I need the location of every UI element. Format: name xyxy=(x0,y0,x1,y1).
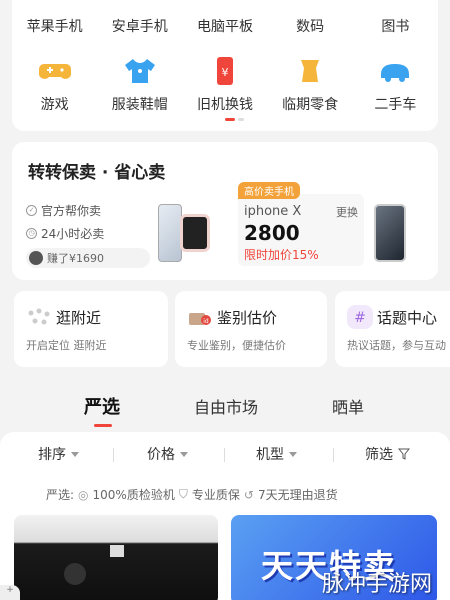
category-games[interactable]: 游戏 xyxy=(12,56,97,114)
return-icon: ↺ xyxy=(243,487,254,502)
feature-subtitle: 热议话题，参与互动 xyxy=(347,339,446,352)
category-clothing[interactable]: 服装鞋帽 xyxy=(97,56,182,114)
protect-sell-card[interactable]: 转转保卖 · 省心卖 ✓ 官方帮你卖 ◷ 24小时必卖 赚了¥1690 高价卖手机 … xyxy=(12,142,438,280)
sell-title: 转转保卖 · 省心卖 xyxy=(28,163,166,183)
earned-badge: 赚了¥1690 xyxy=(26,248,150,268)
filter-screen[interactable]: 筛选 xyxy=(365,444,410,464)
filter-model[interactable]: 机型 xyxy=(256,444,297,464)
sell-feature: ◷ 24小时必卖 xyxy=(26,225,104,242)
category-label: 临期零食 xyxy=(282,97,339,113)
gamepad-icon xyxy=(38,64,71,79)
category-trade-in[interactable]: ¥ 旧机换钱 xyxy=(182,56,267,114)
sell-feature: ✓ 官方帮你卖 xyxy=(26,202,101,219)
chevron-down-icon xyxy=(71,451,79,457)
qc-label xyxy=(110,545,124,557)
category-digital[interactable]: 数码 xyxy=(268,16,353,36)
category-label: 游戏 xyxy=(40,97,69,113)
strict-guarantees: 严选: ◎ 100%质检验机 ⛉ 专业质保 ↺ 7天无理由退货 xyxy=(46,487,338,502)
iphone-image xyxy=(158,204,182,262)
funnel-icon xyxy=(398,448,410,460)
appraisal-icon: id xyxy=(189,313,211,325)
clock-icon: ◷ xyxy=(26,228,37,239)
check-icon: ✓ xyxy=(26,205,37,216)
map-dots-icon xyxy=(28,308,50,325)
feature-subtitle: 专业鉴别，便捷估价 xyxy=(187,339,286,352)
product-card-phone[interactable] xyxy=(14,515,218,600)
svg-text:#: # xyxy=(354,310,366,326)
avatar xyxy=(29,251,43,265)
shield-icon: ⛉ xyxy=(178,487,188,501)
tab-strict-select[interactable]: 严选 xyxy=(84,393,120,419)
filter-price[interactable]: 价格 xyxy=(147,444,188,464)
camera-lens xyxy=(64,563,86,585)
swap-button[interactable]: 更换 xyxy=(336,204,358,220)
category-snacks[interactable]: 临期零食 xyxy=(268,56,353,114)
feature-subtitle: 开启定位 逛附近 xyxy=(26,339,107,352)
category-computer-tablet[interactable]: 电脑平板 xyxy=(182,16,267,36)
price-box[interactable]: 高价卖手机 iphone X 更换 2800 限时加价15% xyxy=(238,182,364,266)
feature-nearby[interactable]: 逛附近 开启定位 逛附近 xyxy=(14,291,168,367)
pager-indicator xyxy=(225,118,244,121)
category-card: 苹果手机 安卓手机 电脑平板 数码 图书 游戏 服装鞋帽 ¥ 旧机换钱 临期零食… xyxy=(12,0,438,131)
filter-sort[interactable]: 排序 xyxy=(38,444,79,464)
svg-text:id: id xyxy=(203,318,209,325)
chevron-down-icon xyxy=(180,451,188,457)
high-price-tag: 高价卖手机 xyxy=(238,182,300,199)
category-apple-phone[interactable]: 苹果手机 xyxy=(12,16,97,36)
feature-title: 话题中心 xyxy=(377,309,438,327)
tab-indicator xyxy=(94,424,112,427)
shirt-icon xyxy=(124,59,155,83)
category-label: 服装鞋帽 xyxy=(111,97,168,113)
car-icon xyxy=(381,64,410,82)
category-android-phone[interactable]: 安卓手机 xyxy=(97,16,182,36)
svg-text:¥: ¥ xyxy=(221,66,228,79)
category-label: 旧机换钱 xyxy=(196,97,253,113)
feature-appraisal[interactable]: id 鉴别估价 专业鉴别，便捷估价 xyxy=(175,291,327,367)
snack-icon xyxy=(301,60,320,82)
phone-yen-icon: ¥ xyxy=(216,57,233,85)
feature-topic-center[interactable]: # 话题中心 热议话题，参与互动 xyxy=(335,291,450,367)
category-used-car[interactable]: 二手车 xyxy=(353,56,438,114)
iphone-x-image xyxy=(374,204,406,262)
feature-title: 逛附近 xyxy=(56,309,102,327)
feature-title: 鉴别估价 xyxy=(217,309,278,327)
watermark: 脉冲手游网 xyxy=(322,572,433,597)
zoom-button[interactable]: + xyxy=(0,585,20,600)
category-label: 二手车 xyxy=(374,97,417,113)
estimated-price: 2800 xyxy=(244,221,300,245)
category-row-1: 苹果手机 安卓手机 电脑平板 数码 图书 xyxy=(12,16,438,36)
category-books[interactable]: 图书 xyxy=(353,16,438,36)
phone-model: iphone X xyxy=(244,204,302,219)
price-bonus: 限时加价15% xyxy=(244,248,319,262)
chevron-down-icon xyxy=(289,451,297,457)
category-row-2: 游戏 服装鞋帽 ¥ 旧机换钱 临期零食 二手车 xyxy=(12,56,438,114)
watch-image xyxy=(180,214,210,252)
tab-free-market[interactable]: 自由市场 xyxy=(194,394,258,418)
badge-icon: ◎ xyxy=(78,487,89,502)
hashtag-icon: # xyxy=(347,305,373,329)
tab-show-order[interactable]: 晒单 xyxy=(332,394,364,418)
